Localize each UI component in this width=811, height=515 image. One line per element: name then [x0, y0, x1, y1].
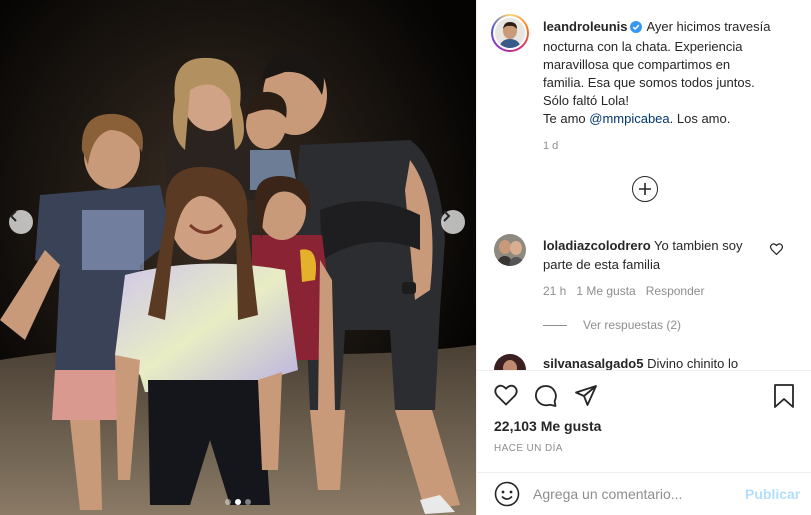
carousel-dot	[225, 499, 231, 505]
verified-badge-icon	[629, 20, 642, 38]
caption-line-6: Te amo @mmpicabea. Los amo.	[543, 110, 801, 128]
commenter-avatar[interactable]	[494, 354, 526, 370]
caption-line-3: maravillosa que compartimos en	[543, 57, 731, 72]
comment-icon	[535, 385, 557, 407]
plus-circle-icon	[639, 183, 651, 195]
reply-button[interactable]: Responder	[646, 284, 705, 298]
comment-button[interactable]	[534, 384, 558, 413]
emoji-button[interactable]	[494, 481, 520, 512]
heart-icon	[769, 243, 784, 256]
comment-text: Divino chinito lo	[647, 356, 739, 370]
share-button[interactable]	[574, 384, 598, 413]
post-caption: leandroleunis Ayer hicimos travesía noct…	[543, 18, 801, 128]
carousel-dot-active	[235, 499, 241, 505]
avatar-image	[494, 234, 526, 266]
caption-timestamp: 1 d	[543, 140, 559, 152]
carousel-prev-button[interactable]	[9, 210, 33, 234]
heart-icon	[494, 384, 518, 406]
caption-text: . Los amo.	[669, 111, 731, 126]
paper-plane-icon	[575, 385, 597, 406]
replies-divider	[543, 324, 567, 326]
comment-body: loladiazcolodrero Yo tambien soy parte d…	[543, 236, 763, 274]
family-photo	[0, 0, 476, 515]
carousel-dot	[245, 499, 251, 505]
post-photo	[0, 0, 476, 515]
post-date: HACE UN DÍA	[494, 443, 563, 454]
author-avatar[interactable]	[491, 14, 529, 52]
post-sidebar: leandroleunis Ayer hicimos travesía noct…	[476, 0, 811, 515]
likes-count[interactable]: 22,103 Me gusta	[494, 418, 601, 434]
caption-line-1: Ayer hicimos travesía	[646, 19, 771, 34]
emoji-icon	[494, 481, 520, 507]
commenter-username[interactable]: silvanasalgado5	[543, 356, 643, 370]
comment-meta: 21 h 1 Me gusta Responder	[543, 284, 704, 298]
view-replies-button[interactable]: Ver respuestas (2)	[543, 318, 681, 332]
chevron-right-icon	[443, 210, 451, 222]
like-button[interactable]	[494, 384, 518, 411]
comments-area: leandroleunis Ayer hicimos travesía noct…	[477, 0, 811, 370]
view-replies-label: Ver respuestas (2)	[583, 318, 682, 332]
caption-text: Te amo	[543, 111, 590, 126]
avatar-image	[495, 18, 525, 48]
comment-likes-link[interactable]: 1 Me gusta	[576, 284, 635, 298]
carousel-indicator	[0, 499, 476, 505]
avatar-image	[494, 354, 526, 370]
comment-body: silvanasalgado5 Divino chinito lo	[543, 356, 738, 370]
caption-line-5: Sólo faltó Lola!	[543, 93, 630, 108]
load-more-comments-button[interactable]	[632, 176, 658, 202]
chevron-left-icon	[9, 210, 17, 222]
caption-line-4: familia. Esa que somos todos juntos.	[543, 75, 755, 90]
comment-form: Publicar	[477, 472, 811, 515]
commenter-username[interactable]: loladiazcolodrero	[543, 238, 651, 253]
comment-timestamp: 21 h	[543, 284, 567, 298]
comment-input[interactable]	[533, 483, 733, 505]
caption-line-2: nocturna con la chata. Experiencia	[543, 39, 743, 54]
author-username[interactable]: leandroleunis	[543, 19, 628, 34]
commenter-avatar[interactable]	[494, 234, 526, 266]
save-button[interactable]	[773, 384, 795, 413]
caption-mention-link[interactable]: @mmpicabea	[589, 111, 669, 126]
publish-button[interactable]: Publicar	[745, 486, 800, 502]
post-actions: 22,103 Me gusta HACE UN DÍA	[477, 370, 811, 475]
bookmark-icon	[774, 384, 794, 408]
comment-like-button[interactable]	[769, 242, 784, 260]
carousel-next-button[interactable]	[441, 210, 465, 234]
